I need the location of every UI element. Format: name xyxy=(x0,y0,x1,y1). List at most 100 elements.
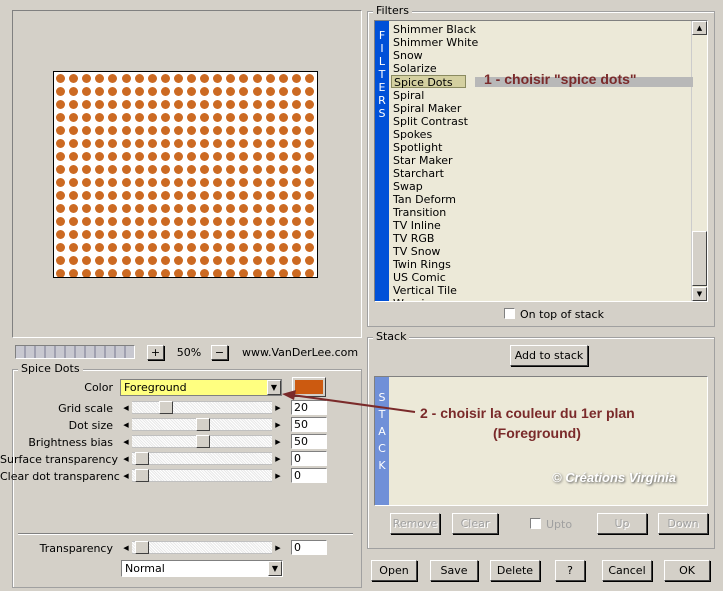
preview-dot xyxy=(291,74,301,83)
preview-dot xyxy=(278,204,288,213)
preview-dot xyxy=(173,113,183,122)
arrow-down-icon[interactable]: ▼ xyxy=(692,287,707,301)
filter-list-item[interactable]: US Comic xyxy=(391,271,691,284)
add-to-stack-button[interactable]: Add to stack xyxy=(510,345,588,366)
preview-dot xyxy=(134,126,144,135)
arrow-right-icon[interactable]: ▶ xyxy=(272,541,284,554)
progress-bar xyxy=(15,345,135,359)
filters-scrollbar[interactable]: ▲ ▼ xyxy=(691,21,707,301)
arrow-right-icon[interactable]: ▶ xyxy=(272,435,284,448)
preview-dot xyxy=(173,87,183,96)
up-button[interactable]: Up xyxy=(597,513,647,534)
delete-button[interactable]: Delete xyxy=(490,560,540,581)
slider-thumb[interactable] xyxy=(196,418,210,431)
preview-dot xyxy=(291,191,301,200)
help-button[interactable]: ? xyxy=(555,560,585,581)
filter-list-item[interactable]: Spotlight xyxy=(391,141,691,154)
preview-dot xyxy=(213,74,223,83)
preview-dot xyxy=(213,217,223,226)
preview-dot xyxy=(82,113,92,122)
filter-list-item[interactable]: Solarize xyxy=(391,62,691,75)
preview-dot xyxy=(95,100,105,109)
filter-list-item[interactable]: TV Snow xyxy=(391,245,691,258)
filter-list-item[interactable]: Warping xyxy=(391,297,691,301)
zoom-out-button[interactable]: − xyxy=(211,345,228,360)
blend-mode-select[interactable]: Normal ▼ xyxy=(121,560,283,577)
param-value[interactable]: 0 xyxy=(291,468,327,483)
filter-list-item[interactable]: Split Contrast xyxy=(391,115,691,128)
slider-thumb[interactable] xyxy=(159,401,174,414)
filter-list-item[interactable]: Twin Rings xyxy=(391,258,691,271)
cancel-button[interactable]: Cancel xyxy=(602,560,652,581)
filters-side-letter: I xyxy=(380,42,384,55)
preview-dot xyxy=(239,191,249,200)
filter-list-item[interactable]: Vertical Tile xyxy=(391,284,691,297)
on-top-checkbox[interactable] xyxy=(504,308,515,319)
arrow-right-icon[interactable]: ▶ xyxy=(272,452,284,465)
filters-side-label: FILTERS xyxy=(375,21,389,301)
param-value[interactable]: 0 xyxy=(291,451,327,466)
preview-dot xyxy=(226,152,236,161)
filter-list-item[interactable]: Spokes xyxy=(391,128,691,141)
slider-thumb[interactable] xyxy=(135,452,149,465)
filter-list-item[interactable]: Snow xyxy=(391,49,691,62)
param-slider[interactable]: ◀ ▶ xyxy=(120,452,284,465)
scrollbar-thumb[interactable] xyxy=(692,231,707,286)
color-select[interactable]: Foreground ▼ xyxy=(120,379,282,396)
arrow-left-icon[interactable]: ◀ xyxy=(120,541,132,554)
filter-list-item[interactable]: Tan Deform xyxy=(391,193,691,206)
filter-list-item[interactable]: Spice Dots xyxy=(391,75,466,89)
zoom-in-button[interactable]: + xyxy=(147,345,164,360)
arrow-left-icon[interactable]: ◀ xyxy=(120,401,132,414)
arrow-right-icon[interactable]: ▶ xyxy=(272,469,284,482)
param-value[interactable]: 50 xyxy=(291,434,327,449)
filter-list-item[interactable]: TV RGB xyxy=(391,232,691,245)
preview-dot xyxy=(200,230,210,239)
website-link[interactable]: www.VanDerLee.com xyxy=(242,346,358,359)
slider-thumb[interactable] xyxy=(135,469,149,482)
param-slider[interactable]: ◀ ▶ xyxy=(120,469,284,482)
arrow-left-icon[interactable]: ◀ xyxy=(120,452,132,465)
filter-list-item[interactable]: Shimmer White xyxy=(391,36,691,49)
arrow-left-icon[interactable]: ◀ xyxy=(120,418,132,431)
preview-dot xyxy=(304,243,314,252)
preview-dot xyxy=(213,204,223,213)
transparency-slider[interactable]: ◀ ▶ xyxy=(120,541,284,554)
param-slider[interactable]: ◀ ▶ xyxy=(120,401,284,414)
upto-checkbox[interactable] xyxy=(530,518,541,529)
ok-button[interactable]: OK xyxy=(664,560,710,581)
preview-dot xyxy=(95,256,105,265)
slider-thumb[interactable] xyxy=(135,541,149,554)
arrow-up-icon[interactable]: ▲ xyxy=(692,21,707,35)
filter-list-item[interactable]: Shimmer Black xyxy=(391,23,691,36)
preview-dot xyxy=(239,100,249,109)
open-button[interactable]: Open xyxy=(371,560,417,581)
save-button[interactable]: Save xyxy=(430,560,478,581)
chevron-down-icon[interactable]: ▼ xyxy=(268,561,282,576)
preview-dot xyxy=(265,230,275,239)
preview-dot xyxy=(226,126,236,135)
filters-side-letter: E xyxy=(378,81,386,94)
arrow-left-icon[interactable]: ◀ xyxy=(120,435,132,448)
filter-list-item[interactable]: Spiral xyxy=(391,89,691,102)
filter-list-item[interactable]: TV Inline xyxy=(391,219,691,232)
preview-dot xyxy=(160,139,170,148)
arrow-left-icon[interactable]: ◀ xyxy=(120,469,132,482)
transparency-value[interactable]: 0 xyxy=(291,540,327,555)
preview-dot xyxy=(121,100,131,109)
filter-list-item[interactable]: Star Maker xyxy=(391,154,691,167)
filter-list-item[interactable]: Starchart xyxy=(391,167,691,180)
preview-dot xyxy=(200,191,210,200)
filters-side-letter: T xyxy=(378,68,386,81)
down-button[interactable]: Down xyxy=(658,513,708,534)
remove-button[interactable]: Remove xyxy=(390,513,440,534)
filter-list-item[interactable]: Swap xyxy=(391,180,691,193)
preview-dot xyxy=(239,113,249,122)
param-slider[interactable]: ◀ ▶ xyxy=(120,435,284,448)
chevron-down-icon[interactable]: ▼ xyxy=(267,380,281,395)
filter-list-item[interactable]: Transition xyxy=(391,206,691,219)
slider-thumb[interactable] xyxy=(196,435,210,448)
clear-button[interactable]: Clear xyxy=(452,513,498,534)
param-slider[interactable]: ◀ ▶ xyxy=(120,418,284,431)
filter-list-item[interactable]: Spiral Maker xyxy=(391,102,691,115)
